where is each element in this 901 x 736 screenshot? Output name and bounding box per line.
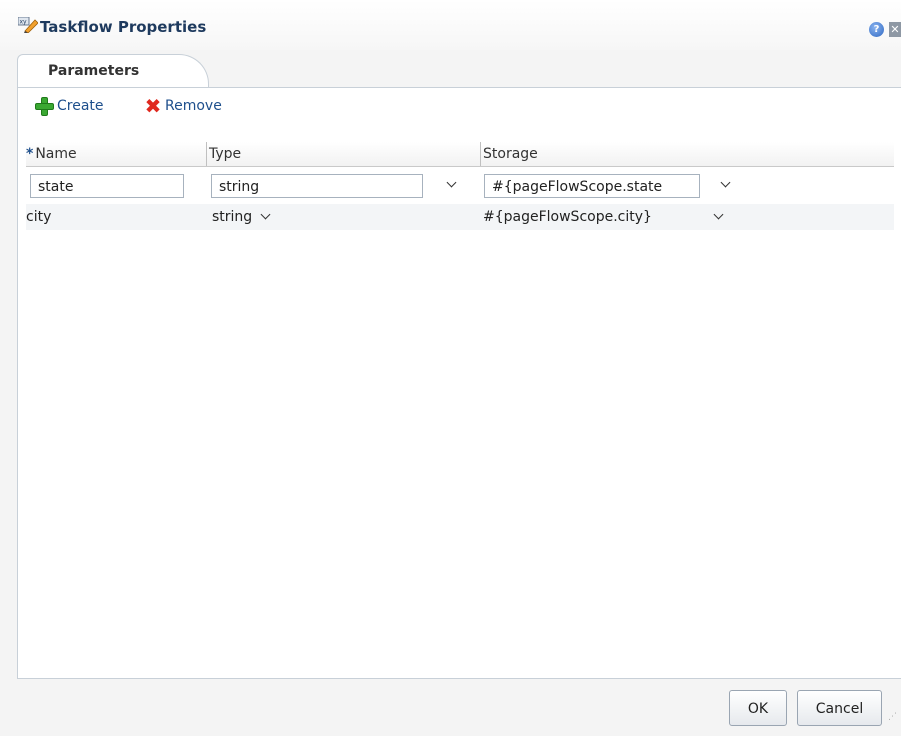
add-icon (35, 97, 54, 116)
remove-button-label: Remove (165, 98, 222, 114)
grid-header: * Name Type Storage (26, 142, 894, 167)
create-button[interactable]: Create (35, 96, 104, 116)
name-cell: city (26, 209, 52, 225)
chevron-down-icon[interactable] (262, 211, 269, 218)
remove-icon: ✖ (144, 94, 162, 118)
xy-edit-icon: xy (18, 17, 38, 33)
remove-button[interactable]: ✖ Remove (143, 96, 222, 116)
chevron-down-icon[interactable] (722, 179, 729, 186)
resize-grip-icon[interactable]: ⋰ (888, 712, 898, 724)
create-button-label: Create (57, 98, 104, 114)
column-header-name[interactable]: * Name (26, 142, 204, 166)
storage-cell: #{pageFlowScope.city} (483, 209, 652, 225)
column-header-storage[interactable]: Storage (480, 142, 893, 166)
column-header-name-label: Name (35, 146, 77, 162)
ok-button[interactable]: OK (729, 690, 787, 726)
table-row[interactable]: city string #{pageFlowScope.city} (26, 204, 894, 230)
chevron-down-icon[interactable] (715, 211, 722, 218)
svg-text:xy: xy (20, 19, 28, 26)
cancel-button[interactable]: Cancel (797, 690, 882, 726)
table-row[interactable]: state string #{pageFlowScope.state (26, 172, 894, 202)
column-header-type[interactable]: Type (206, 142, 479, 166)
tab-parameters-label: Parameters (48, 63, 140, 79)
column-header-storage-label: Storage (483, 146, 538, 162)
name-input[interactable]: state (30, 174, 184, 198)
close-icon[interactable]: ✕ (889, 22, 901, 37)
dialog-titlebar: xy Taskflow Properties ? ✕ (0, 0, 901, 50)
column-header-type-label: Type (209, 146, 242, 162)
chevron-down-icon[interactable] (448, 179, 455, 186)
dialog-title: Taskflow Properties (40, 18, 207, 36)
help-icon[interactable]: ? (869, 22, 884, 37)
tab-parameters[interactable]: Parameters (17, 54, 209, 89)
required-marker: * (26, 146, 34, 162)
type-cell: string (212, 209, 253, 225)
type-select[interactable]: string (211, 174, 423, 198)
storage-input[interactable]: #{pageFlowScope.state (484, 174, 700, 198)
